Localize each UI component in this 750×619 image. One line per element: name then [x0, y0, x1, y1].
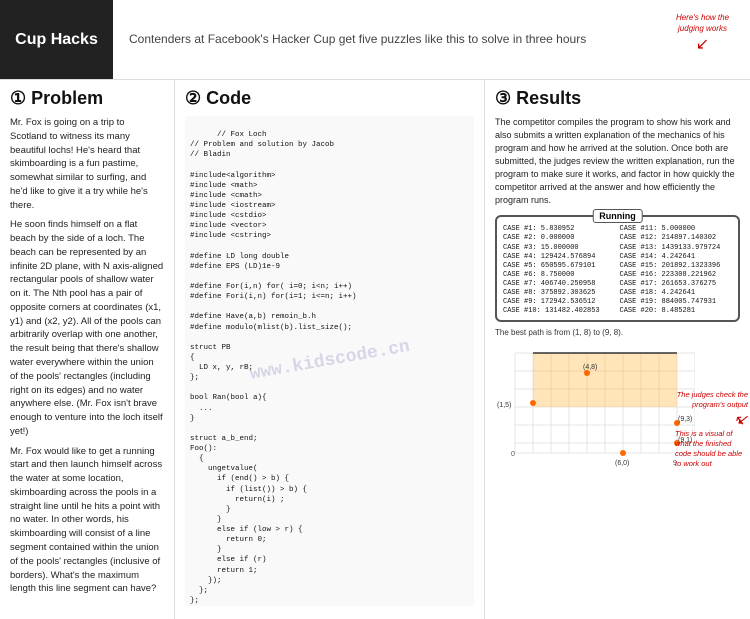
case-16: CASE #16: 223308.221962: [620, 271, 733, 280]
visual-callout: ↖ This is a visual of what the finished …: [675, 411, 745, 468]
code-number: ②: [185, 88, 201, 108]
case-14: CASE #14: 4.242641: [620, 253, 733, 262]
header: Cup Hacks Contenders at Facebook's Hacke…: [0, 0, 750, 79]
code-column: ② Code Each problem tends to require a f…: [175, 80, 485, 619]
results-number: ③: [495, 88, 511, 108]
svg-text:(4,8): (4,8): [583, 364, 597, 371]
case-10: CASE #10: 131482.402853: [503, 307, 616, 316]
running-label: Running: [592, 209, 643, 223]
logo-text: Cup Hacks: [15, 31, 98, 49]
case-6: CASE #6: 8.750000: [503, 271, 616, 280]
case-20: CASE #20: 8.485281: [620, 307, 733, 316]
svg-text:(6,0): (6,0): [615, 460, 629, 467]
case-18: CASE #18: 4.242641: [620, 289, 733, 298]
running-box: Running CASE #1: 5.830952 CASE #2: 0.000…: [495, 215, 740, 322]
problem-title-text: Problem: [31, 88, 103, 108]
case-5: CASE #5: 650595.679101: [503, 262, 616, 271]
problem-para-3: Mr. Fox would like to get a running star…: [10, 445, 164, 596]
case-8: CASE #8: 375892.303625: [503, 289, 616, 298]
logo: Cup Hacks: [0, 0, 113, 79]
case-3: CASE #3: 15.000000: [503, 244, 616, 253]
results-description: The competitor compiles the program to s…: [495, 116, 740, 207]
problem-para-2: He soon finds himself on a flat beach by…: [10, 218, 164, 438]
case-17: CASE #17: 261653.376275: [620, 280, 733, 289]
code-title: ② Code: [185, 88, 474, 109]
problem-number: ①: [10, 88, 26, 108]
header-tagline: Contenders at Facebook's Hacker Cup get …: [113, 31, 586, 48]
case-11: CASE #11: 5.000000: [620, 225, 733, 234]
grid-area: (4,8) (1,5) (9,3) (9,1) (6,0) 0 9 ↖ This…: [495, 343, 740, 473]
problem-para-1: Mr. Fox is going on a trip to Scotland t…: [10, 116, 164, 212]
problem-column: ① Problem Mr. Fox is going on a trip to …: [0, 80, 175, 619]
case-12: CASE #12: 214897.140302: [620, 234, 733, 243]
case-15: CASE #15: 201892.1323396: [620, 262, 733, 271]
svg-text:0: 0: [511, 451, 515, 458]
problem-title: ① Problem: [10, 88, 164, 109]
svg-text:(1,5): (1,5): [497, 402, 511, 409]
case-7: CASE #7: 406740.250958: [503, 280, 616, 289]
best-path-label: The best path is from (1, 8) to (9, 8).: [495, 328, 740, 337]
code-content: // Fox Loch // Problem and solution by J…: [190, 131, 357, 606]
case-4: CASE #4: 129424.576894: [503, 253, 616, 262]
grid-svg: (4,8) (1,5) (9,3) (9,1) (6,0) 0 9: [495, 343, 695, 473]
results-title: ③ Results: [495, 88, 740, 109]
judging-callout: Here's how the judging works ↙: [665, 12, 740, 57]
code-block: // Fox Loch // Problem and solution by J…: [185, 116, 474, 606]
cases-list: CASE #1: 5.830952 CASE #2: 0.000000 CASE…: [503, 225, 732, 316]
watermark: www.kidscode.cn: [248, 335, 412, 387]
results-title-text: Results: [516, 88, 581, 108]
case-19: CASE #19: 884005.747931: [620, 298, 733, 307]
case-9: CASE #9: 172942.536512: [503, 298, 616, 307]
code-title-text: Code: [206, 88, 251, 108]
case-1: CASE #1: 5.830952: [503, 225, 616, 234]
judging-callout-text: Here's how the judging works: [665, 12, 740, 34]
visual-callout-text: This is a visual of what the finished co…: [675, 429, 742, 467]
case-13: CASE #13: 1439133.979724: [620, 244, 733, 253]
results-column: ③ Results The competitor compiles the pr…: [485, 80, 750, 619]
case-2: CASE #2: 0.000000: [503, 234, 616, 243]
main-content: ① Problem Mr. Fox is going on a trip to …: [0, 79, 750, 619]
